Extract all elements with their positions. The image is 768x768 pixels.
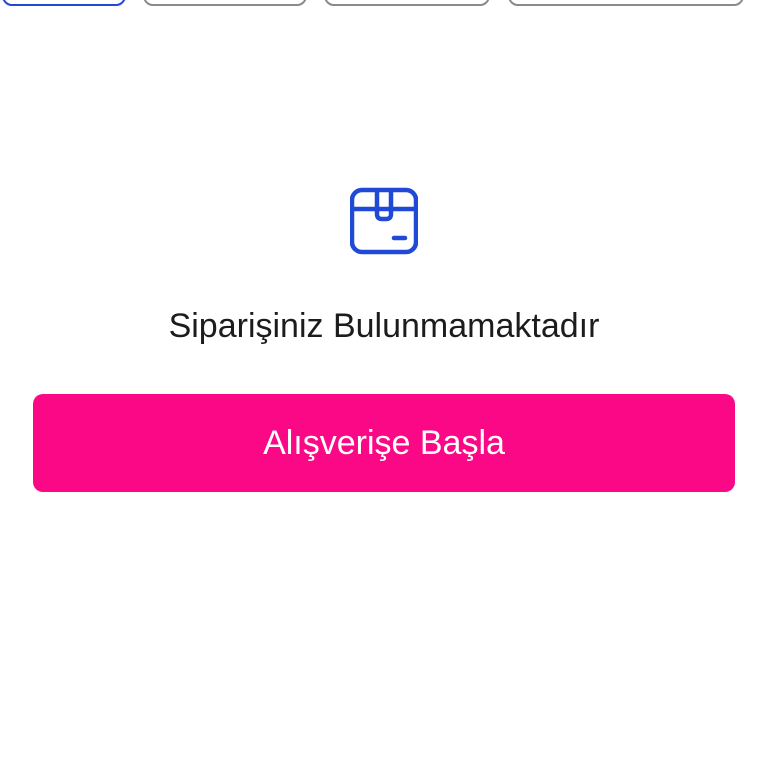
orders-page: Siparişiniz Bulunmamaktadır Alışverişe B… <box>0 0 768 768</box>
filter-tab-2[interactable] <box>143 0 307 6</box>
filter-tab-4[interactable] <box>508 0 744 6</box>
empty-orders-message: Siparişiniz Bulunmamaktadır <box>168 307 600 345</box>
start-shopping-button[interactable]: Alışverişe Başla <box>33 394 735 492</box>
package-box-icon <box>350 187 418 255</box>
filter-tab-3[interactable] <box>324 0 490 6</box>
filter-tab-1[interactable] <box>2 0 126 6</box>
